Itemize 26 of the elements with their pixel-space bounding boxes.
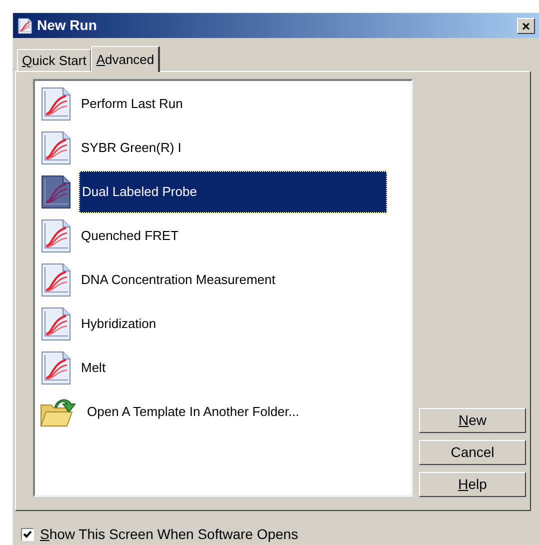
dialog-button[interactable]: Cancel: [419, 440, 526, 465]
tab[interactable]: Advanced: [91, 46, 160, 72]
chart-document-icon: [17, 18, 33, 34]
window-title: New Run: [37, 16, 98, 35]
checkmark-icon: [23, 530, 32, 539]
chart-document-icon: [39, 263, 73, 297]
list-item[interactable]: Quenched FRET: [79, 215, 387, 257]
chart-document-icon: [39, 351, 73, 385]
chart-document-icon: [39, 87, 73, 121]
chart-document-icon: [39, 131, 73, 165]
chart-document-icon: [39, 219, 73, 253]
list-item[interactable]: Melt: [79, 347, 387, 389]
list-item[interactable]: Perform Last Run: [79, 83, 387, 125]
tab[interactable]: Quick Start: [17, 49, 92, 71]
dialog-button[interactable]: Help: [419, 472, 526, 497]
list-item[interactable]: Hybridization: [79, 303, 387, 345]
chart-document-icon: [39, 307, 73, 341]
checkbox[interactable]: [21, 528, 34, 541]
chart-document-icon: [39, 175, 73, 209]
list-item[interactable]: SYBR Green(R) I: [79, 127, 387, 169]
list-item[interactable]: DNA Concentration Measurement: [79, 259, 387, 301]
dialog-button[interactable]: New: [419, 408, 526, 433]
checkbox-label: Show This Screen When Software Opens: [40, 525, 298, 544]
list-item[interactable]: Open A Template In Another Folder...: [85, 391, 393, 433]
list-item[interactable]: Dual Labeled Probe: [79, 171, 387, 213]
close-button[interactable]: ×: [517, 18, 535, 34]
